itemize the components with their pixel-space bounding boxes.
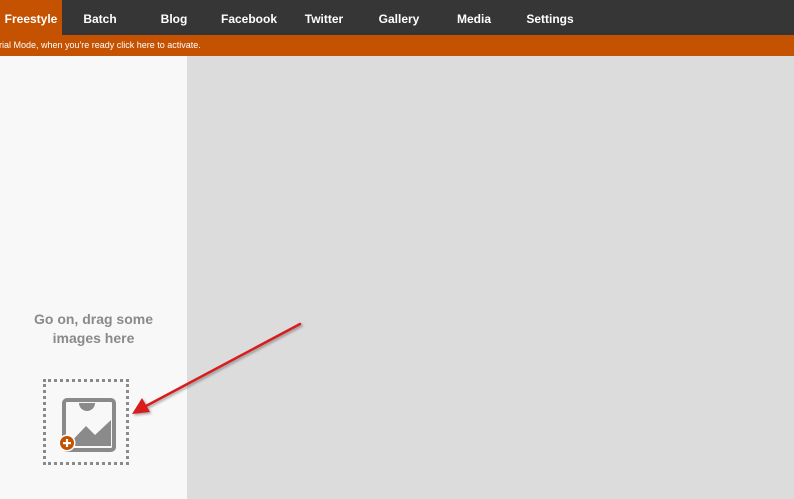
add-image-icon xyxy=(58,398,116,452)
gear-icon xyxy=(540,0,560,6)
grid-icon xyxy=(21,0,41,6)
twitter-icon xyxy=(314,0,334,6)
top-nav: Freestyle Batch Blog Facebook Twitter Ga… xyxy=(0,0,794,35)
nav-item-freestyle[interactable]: Freestyle xyxy=(0,0,62,35)
nav-item-label: Freestyle xyxy=(4,12,58,26)
image-drop-zone[interactable] xyxy=(43,379,129,465)
nav-item-label: Gallery xyxy=(378,12,420,26)
nav-item-label: Twitter xyxy=(304,12,344,26)
app-window: Freestyle Batch Blog Facebook Twitter Ga… xyxy=(0,0,794,499)
nav-item-batch[interactable]: Batch xyxy=(62,0,138,35)
nav-item-blog[interactable]: Blog xyxy=(138,0,210,35)
batch-icon xyxy=(90,0,110,6)
trial-banner-text: rial Mode, when you're ready click here … xyxy=(0,40,201,50)
nav-item-facebook[interactable]: Facebook xyxy=(210,0,288,35)
canvas-area[interactable] xyxy=(187,56,794,499)
nav-item-label: Facebook xyxy=(220,12,277,26)
drop-hint-line-2: images here xyxy=(52,330,135,346)
nav-item-twitter[interactable]: Twitter xyxy=(288,0,360,35)
nav-item-media[interactable]: Media xyxy=(438,0,510,35)
nav-item-label: Media xyxy=(456,12,491,26)
nav-item-label: Settings xyxy=(526,12,574,26)
drop-hint-line-1: Go on, drag some xyxy=(33,311,153,327)
nav-item-settings[interactable]: Settings xyxy=(510,0,590,35)
media-icon xyxy=(464,0,484,6)
nav-item-gallery[interactable]: Gallery xyxy=(360,0,438,35)
nav-item-label: Batch xyxy=(83,12,117,26)
gallery-icon xyxy=(389,0,409,6)
trial-banner[interactable]: rial Mode, when you're ready click here … xyxy=(0,35,794,56)
drop-hint: Go on, drag some images here xyxy=(0,310,187,348)
facebook-icon xyxy=(239,0,259,6)
left-panel: Go on, drag some images here xyxy=(0,56,187,499)
nav-item-label: Blog xyxy=(160,12,188,26)
blog-icon xyxy=(164,0,184,6)
